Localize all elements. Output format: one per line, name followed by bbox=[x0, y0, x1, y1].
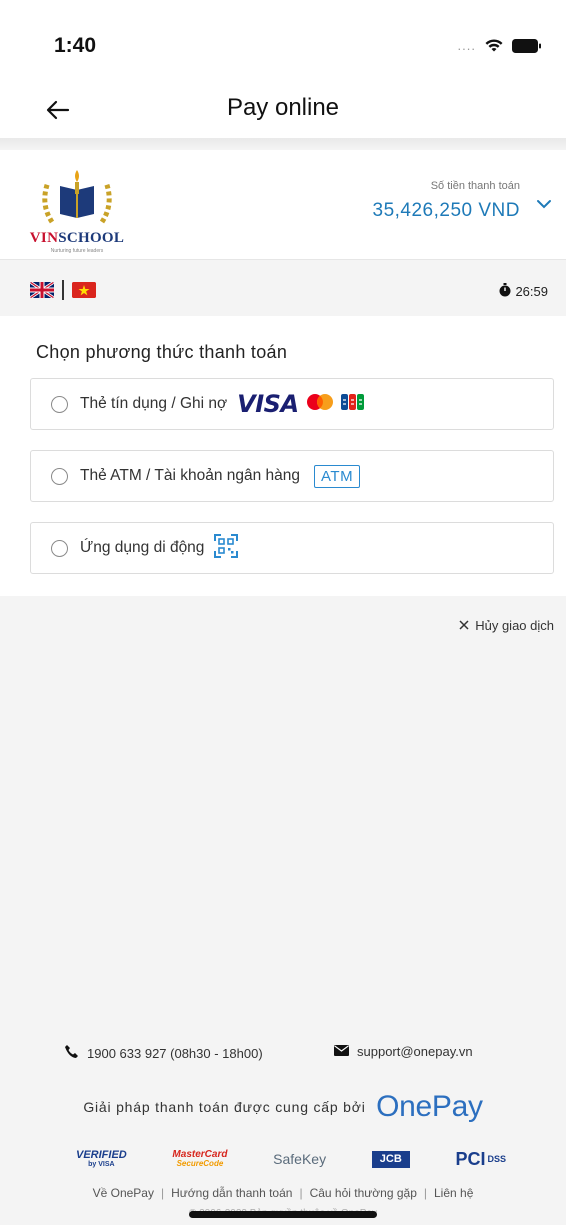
payment-methods-section: Chọn phương thức thanh toán Thẻ tín dụng… bbox=[0, 316, 566, 596]
merchant-logo-text: VINSCHOOL bbox=[29, 230, 125, 246]
link-payment-guide[interactable]: Hướng dẫn thanh toán bbox=[171, 1186, 292, 1200]
jcb-badge: JCB bbox=[371, 1150, 410, 1168]
battery-icon bbox=[512, 38, 542, 53]
home-indicator[interactable] bbox=[189, 1211, 377, 1218]
method-label: Ứng dụng di động bbox=[80, 539, 205, 556]
app-header: Pay online bbox=[0, 84, 566, 138]
provider-text: Giải pháp thanh toán được cung cấp bởi bbox=[83, 1099, 366, 1115]
mastercard-securecode-badge: MasterCard SecureCode bbox=[172, 1149, 228, 1168]
vinschool-crest-icon bbox=[42, 170, 112, 224]
amount-label: Số tiền thanh toán bbox=[430, 180, 520, 192]
payment-methods-title: Chọn phương thức thanh toán bbox=[36, 342, 288, 362]
onepay-logo: OnePay bbox=[376, 1090, 483, 1123]
email-address: support@onepay.vn bbox=[357, 1044, 473, 1059]
phone-number: 1900 633 927 (08h30 - 18h00) bbox=[87, 1045, 263, 1061]
radio-button[interactable] bbox=[51, 539, 68, 557]
merchant-bar: VINSCHOOL Nurturing future leaders Số ti… bbox=[0, 150, 566, 260]
vietnam-flag-icon[interactable] bbox=[72, 282, 96, 298]
close-icon bbox=[459, 618, 469, 633]
pci-dss-badge: PCI DSS bbox=[455, 1149, 506, 1169]
support-phone[interactable]: 1900 633 927 (08h30 - 18h00) bbox=[64, 1044, 263, 1062]
support-email[interactable]: support@onepay.vn bbox=[334, 1044, 473, 1059]
method-credit-card[interactable]: Thẻ tín dụng / Ghi nợ VISA bbox=[30, 378, 554, 430]
merchant-logo-tagline: Nurturing future leaders bbox=[50, 248, 104, 254]
link-contact[interactable]: Liên hệ bbox=[434, 1186, 473, 1200]
cancel-transaction-link[interactable]: Hủy giao dịch bbox=[459, 618, 554, 633]
status-time: 1:40 bbox=[54, 34, 97, 57]
radio-button[interactable] bbox=[51, 467, 68, 485]
security-badges: VERIFIED by VISA MasterCard SecureCode S… bbox=[76, 1144, 506, 1174]
method-mobile-app[interactable]: Ứng dụng di động bbox=[30, 522, 554, 574]
link-about-onepay[interactable]: Về OnePay bbox=[93, 1186, 154, 1200]
countdown-timer: 26:59 bbox=[499, 283, 548, 300]
chevron-down-icon[interactable] bbox=[536, 196, 552, 214]
status-icons: .... bbox=[458, 38, 542, 53]
contact-row: 1900 633 927 (08h30 - 18h00) support@one… bbox=[0, 1044, 566, 1064]
stopwatch-icon bbox=[499, 283, 511, 300]
link-separator: | bbox=[160, 1186, 165, 1200]
qr-code-icon bbox=[214, 533, 239, 563]
mail-icon bbox=[334, 1044, 349, 1059]
uk-flag-icon[interactable] bbox=[30, 282, 54, 298]
verified-by-visa-badge: VERIFIED by VISA bbox=[76, 1149, 127, 1169]
status-bar: 1:40 .... bbox=[0, 0, 566, 84]
method-label: Thẻ tín dụng / Ghi nợ bbox=[80, 395, 228, 412]
mastercard-icon bbox=[305, 393, 335, 416]
merchant-logo: VINSCHOOL Nurturing future leaders bbox=[22, 164, 132, 254]
signal-indicator: .... bbox=[457, 38, 476, 53]
timer-value: 26:59 bbox=[515, 284, 548, 299]
link-separator: | bbox=[423, 1186, 427, 1200]
page-title: Pay online bbox=[226, 94, 340, 121]
phone-icon bbox=[64, 1044, 79, 1062]
link-faq[interactable]: Câu hỏi thường gặp bbox=[310, 1186, 417, 1200]
wifi-icon bbox=[484, 38, 504, 53]
language-timer-row: 26:59 bbox=[0, 262, 566, 316]
safekey-badge: SafeKey bbox=[273, 1151, 327, 1167]
method-atm-card[interactable]: Thẻ ATM / Tài khoản ngân hàng ATM bbox=[30, 450, 554, 502]
amount-value: 35,426,250 VND bbox=[372, 200, 520, 221]
cancel-label: Hủy giao dịch bbox=[475, 618, 554, 633]
atm-badge: ATM bbox=[314, 464, 361, 488]
radio-button[interactable] bbox=[51, 395, 68, 413]
footer-links: Về OnePay | Hướng dẫn thanh toán | Câu hỏi t… bbox=[0, 1186, 566, 1200]
visa-logo: VISA bbox=[237, 390, 299, 418]
flag-divider bbox=[62, 280, 64, 300]
provider-row: Giải pháp thanh toán được cung cấp bởi O… bbox=[0, 1090, 566, 1124]
payment-amount: Số tiền thanh toán 35,426,250 VND bbox=[373, 180, 521, 222]
method-label: Thẻ ATM / Tài khoản ngân hàng bbox=[80, 467, 301, 484]
jcb-icon bbox=[340, 393, 365, 416]
header-divider bbox=[0, 138, 566, 150]
link-separator: | bbox=[299, 1186, 303, 1200]
